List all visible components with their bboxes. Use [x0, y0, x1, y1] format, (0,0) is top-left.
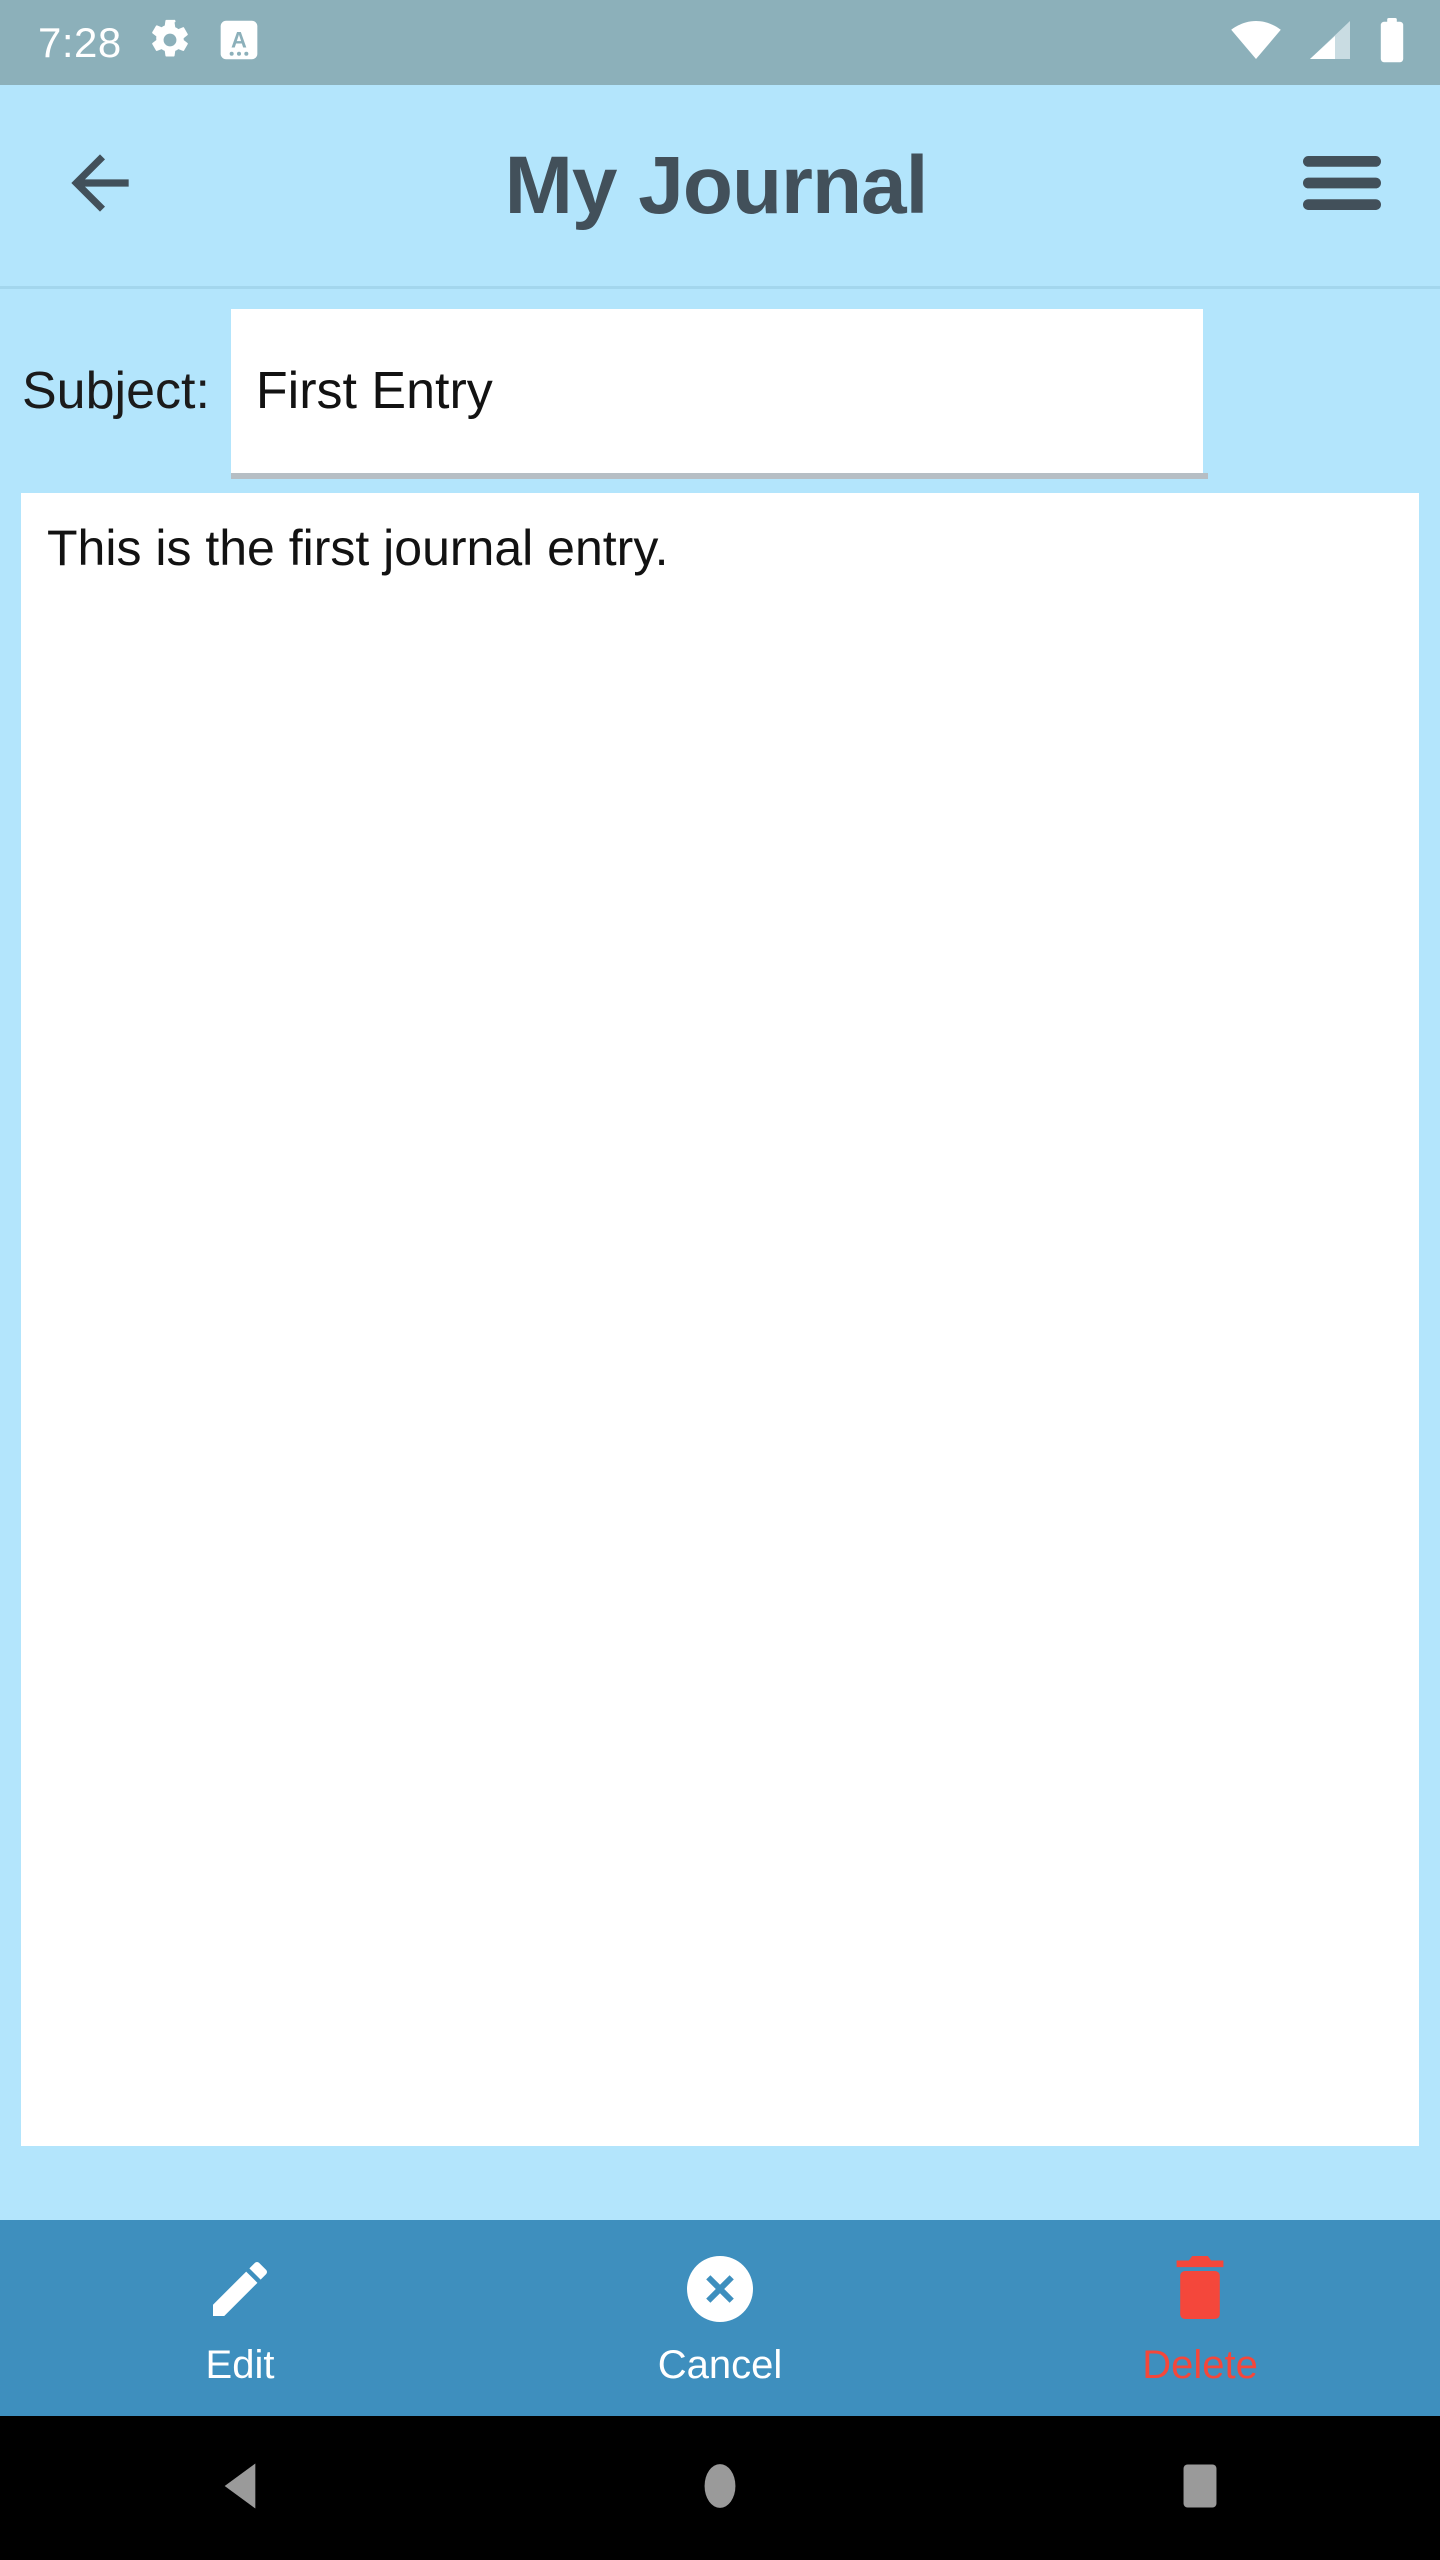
circle-x-icon: [684, 2251, 756, 2327]
body-bottom-spacer: [0, 2146, 1440, 2220]
page-title: My Journal: [504, 139, 929, 231]
bottom-action-bar: Edit Cancel Delete: [0, 2220, 1440, 2416]
subject-input[interactable]: [230, 309, 1203, 473]
keyboard-language-icon: A: [218, 18, 260, 67]
app-screen: 7:28 A My Journal Subject: First Entry T…: [0, 0, 1440, 2560]
cancel-button[interactable]: Cancel: [480, 2220, 960, 2416]
android-nav-bar: [0, 2416, 1440, 2560]
cancel-button-label: Cancel: [657, 2343, 783, 2387]
nav-back-button[interactable]: [0, 2416, 480, 2560]
delete-button-label: Delete: [1142, 2343, 1258, 2387]
hamburger-menu-icon: [1303, 152, 1381, 219]
square-recents-icon: [1181, 2460, 1219, 2517]
status-bar-right: [1230, 17, 1406, 68]
status-bar: 7:28 A: [0, 0, 1440, 85]
trash-can-icon: [1169, 2251, 1231, 2327]
status-bar-left: 7:28 A: [38, 18, 260, 67]
subject-input-underline: [230, 473, 1208, 479]
gear-icon: [148, 18, 192, 67]
edit-button[interactable]: Edit: [0, 2220, 480, 2416]
app-bar: My Journal: [0, 85, 1440, 289]
circle-home-icon: [702, 2460, 738, 2517]
cell-signal-icon: [1306, 18, 1354, 67]
battery-icon: [1378, 17, 1406, 68]
pencil-icon: [204, 2251, 276, 2327]
subject-row: Subject:: [0, 289, 1440, 493]
menu-button[interactable]: [1282, 126, 1402, 246]
delete-button[interactable]: Delete: [960, 2220, 1440, 2416]
status-clock: 7:28: [38, 18, 122, 66]
back-button[interactable]: [40, 126, 160, 246]
entry-body-textarea[interactable]: [21, 493, 1419, 2146]
wifi-icon: [1230, 18, 1282, 67]
nav-recents-button[interactable]: [960, 2416, 1440, 2560]
nav-home-button[interactable]: [480, 2416, 960, 2560]
subject-label: Subject:: [22, 362, 210, 420]
svg-text:A: A: [231, 28, 247, 53]
triangle-back-icon: [217, 2460, 263, 2517]
subject-field-wrapper: [230, 309, 1208, 479]
arrow-left-icon: [57, 140, 143, 231]
edit-button-label: Edit: [205, 2343, 275, 2387]
